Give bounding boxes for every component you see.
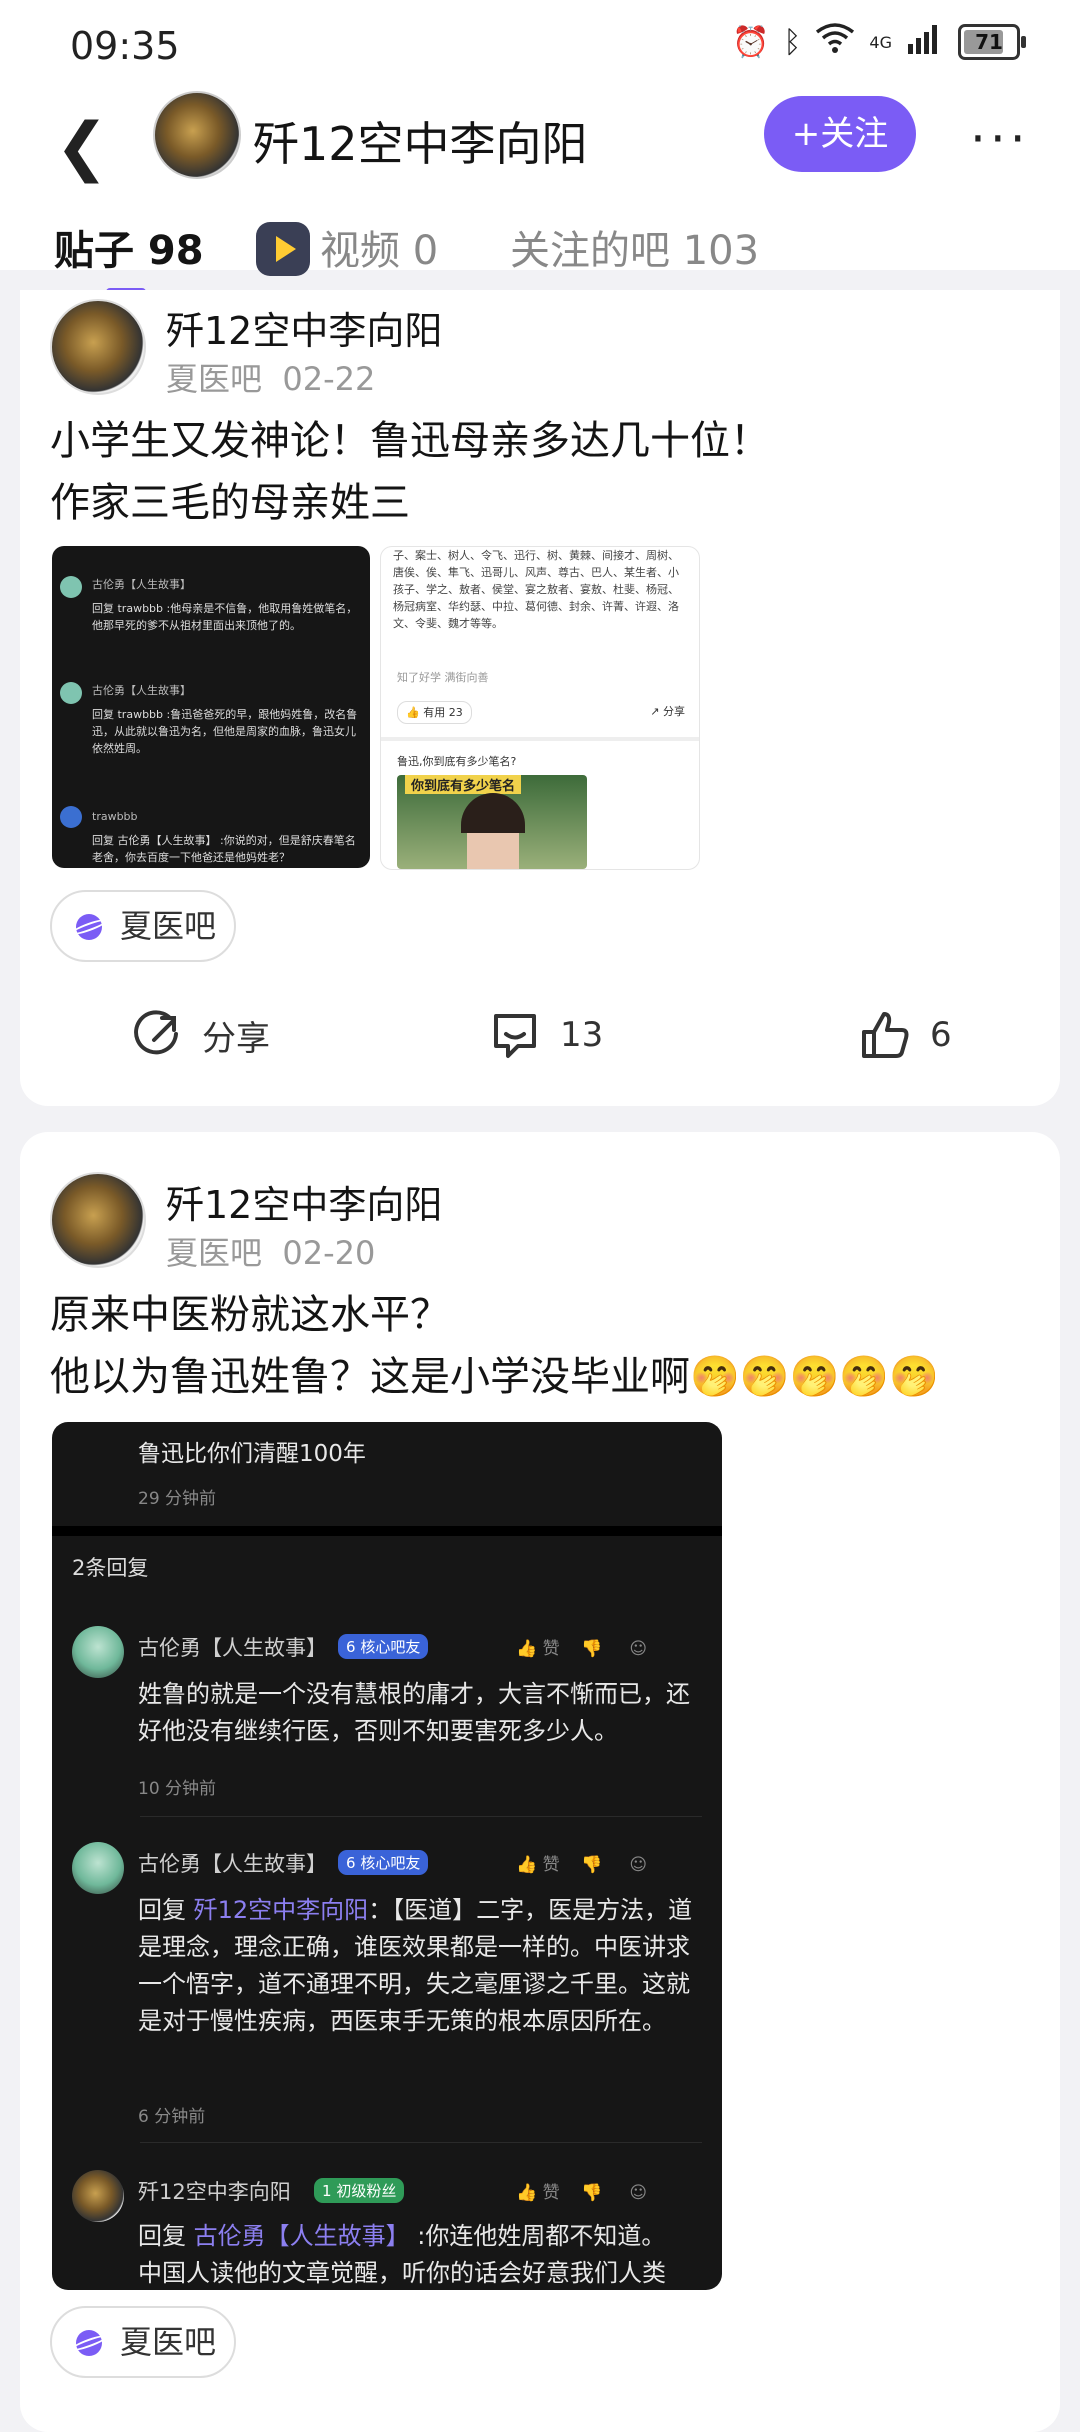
status-time: 09:35 [70,24,180,68]
post-meta: 夏医吧 02-20 [166,1234,376,1272]
post-card[interactable]: 歼12空中李向阳 夏医吧 02-22 小学生又发神论！鲁迅母亲多达几十位！ 作家… [20,290,1060,1106]
thumbs-up-icon [862,1012,909,1058]
page-title: 歼12空中李向阳 [253,117,588,171]
planet-icon [76,914,102,940]
bluetooth-icon: ᛒ [783,24,802,60]
tab-posts[interactable]: 贴子 98 [54,218,204,276]
post-card[interactable]: 歼12空中李向阳 夏医吧 02-20 原来中医粉就这水平？ 他以为鲁迅姓鲁？这是… [20,1132,1060,2432]
tab-videos[interactable]: 视频 0 [256,218,438,276]
post-image[interactable]: 鲁迅比你们清醒100年 29 分钟前 2条回复 古伦勇【人生故事】 6 核心吧友… [52,1422,722,2290]
network-label: 4G [869,32,892,52]
forum-tag-button[interactable]: 夏医吧 [50,890,236,962]
more-options-icon[interactable]: ··· [970,110,1030,168]
wifi-icon [815,22,855,62]
video-icon [256,222,310,276]
like-button[interactable]: 6 [858,1008,952,1062]
planet-icon [76,2330,102,2356]
post-avatar[interactable] [50,299,146,395]
back-chevron-icon[interactable]: ❮ [55,110,109,184]
post-title[interactable]: 小学生又发神论！鲁迅母亲多达几十位！ 作家三毛的母亲姓三 [50,410,770,534]
share-icon [134,1010,178,1055]
status-icons: ⏰ ᛒ 4G 71 [732,22,1026,62]
profile-header: ❮ 歼12空中李向阳 +关注 ··· 贴子 98 视频 0 关注的吧 103 [0,90,1080,276]
follow-button[interactable]: +关注 [764,96,916,172]
avatar[interactable] [153,91,241,179]
post-image-right[interactable]: 子、案士、树人、令飞、迅行、树、黄棘、间接才、周树、唐俟、俟、隼飞、迅哥儿、风声… [380,546,700,870]
signal-icon [906,22,944,62]
share-button[interactable]: 分享 [130,1008,270,1062]
comment-icon [494,1014,536,1058]
post-meta: 夏医吧 02-22 [166,360,376,398]
forum-tag-button[interactable]: 夏医吧 [50,2306,236,2378]
tab-bar: 贴子 98 视频 0 关注的吧 103 [0,218,1080,298]
post-image-left[interactable]: 古伦勇【人生故事】 回复 trawbbb :他母亲是不信鲁，他取用鲁姓做笔名，他… [52,546,370,868]
battery-icon: 71 [958,24,1026,60]
post-author[interactable]: 歼12空中李向阳 [166,1174,442,1229]
comment-button[interactable]: 13 [488,1008,603,1062]
status-bar: 09:35 ⏰ ᛒ 4G 71 [0,0,1080,90]
post-author[interactable]: 歼12空中李向阳 [166,300,442,355]
post-title[interactable]: 原来中医粉就这水平？ 他以为鲁迅姓鲁？这是小学没毕业啊🤭🤭🤭🤭🤭 [50,1284,939,1408]
alarm-icon: ⏰ [732,24,770,60]
post-avatar[interactable] [50,1172,146,1268]
tab-followed-forums[interactable]: 关注的吧 103 [510,218,759,276]
